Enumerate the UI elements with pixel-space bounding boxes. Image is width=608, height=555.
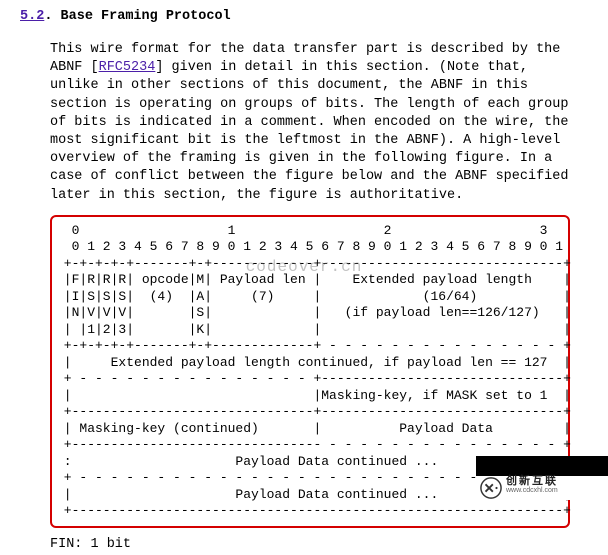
section-heading: 5.2. Base Framing Protocol (20, 8, 608, 27)
brand-name-cn: 创新互联 (506, 476, 558, 487)
brand-footer: 创新互联 www.cdcxhl.com (476, 456, 608, 500)
section-title: Base Framing Protocol (61, 9, 231, 24)
brand-logo-icon (480, 477, 502, 499)
section-number-link[interactable]: 5.2 (20, 9, 44, 24)
rfc-link[interactable]: RFC5234 (99, 60, 156, 75)
para-post: ] given in detail in this section. (Note… (50, 60, 568, 203)
intro-paragraph: This wire format for the data transfer p… (50, 41, 570, 205)
section-dot: . (44, 9, 60, 24)
brand-url: www.cdcxhl.com (506, 487, 558, 495)
fin-field-def: FIN: 1 bit (50, 536, 608, 555)
